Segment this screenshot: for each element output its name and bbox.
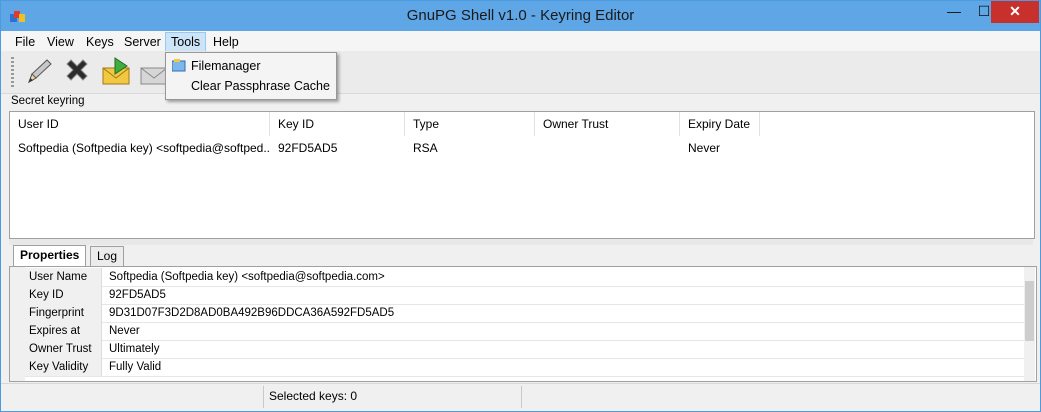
- property-row[interactable]: Key ID 92FD5AD5: [25, 286, 1025, 305]
- selected-keys-count: Selected keys: 0: [269, 389, 358, 403]
- tab-properties[interactable]: Properties: [13, 245, 87, 266]
- menu-view[interactable]: View: [42, 33, 79, 51]
- cell-owner-trust: [535, 140, 680, 156]
- status-separator: [521, 386, 522, 408]
- menu-tools[interactable]: Tools: [165, 32, 207, 52]
- delete-key-button[interactable]: [61, 56, 93, 88]
- column-header-type[interactable]: Type: [405, 112, 535, 136]
- title-bar[interactable]: GnuPG Shell v1.0 - Keyring Editor — ☐ ✕: [1, 1, 1040, 31]
- delete-x-icon: [66, 59, 88, 81]
- keyring-section-label: Secret keyring: [11, 95, 85, 107]
- column-header-key-id[interactable]: Key ID: [270, 112, 405, 136]
- property-key: Owner Trust: [25, 340, 102, 358]
- minimize-button[interactable]: —: [937, 1, 971, 23]
- property-row[interactable]: Expires at Never: [25, 322, 1025, 341]
- property-key: Fingerprint: [25, 304, 102, 322]
- close-button[interactable]: ✕: [991, 1, 1039, 23]
- property-key: Key ID: [25, 286, 102, 304]
- property-value: Softpedia (Softpedia key) <softpedia@sof…: [109, 271, 385, 283]
- property-value: Fully Valid: [109, 361, 162, 373]
- property-value: Never: [109, 325, 140, 337]
- column-header-owner-trust[interactable]: Owner Trust: [535, 112, 680, 136]
- menu-item-clear-passphrase-cache[interactable]: Clear Passphrase Cache: [166, 76, 336, 96]
- export-key-button[interactable]: [101, 56, 133, 88]
- edit-key-button[interactable]: [23, 56, 55, 88]
- pencil-icon: [28, 59, 52, 84]
- property-key: Expires at: [25, 322, 102, 340]
- properties-grid: User Name Softpedia (Softpedia key) <sof…: [9, 266, 1037, 382]
- menu-item-label: Filemanager: [191, 59, 261, 73]
- filemanager-icon: [172, 59, 186, 72]
- menu-help[interactable]: Help: [208, 33, 244, 51]
- app-window: GnuPG Shell v1.0 - Keyring Editor — ☐ ✕ …: [0, 0, 1041, 412]
- toolbar-grip[interactable]: [11, 57, 14, 87]
- column-header-user-id[interactable]: User ID: [10, 112, 270, 136]
- status-separator: [263, 386, 264, 408]
- cell-expiry-date: Never: [688, 141, 721, 155]
- grid-gutter: [10, 267, 25, 381]
- tools-menu: Filemanager Clear Passphrase Cache: [165, 52, 337, 100]
- menu-item-label: Clear Passphrase Cache: [191, 79, 330, 93]
- envelope-export-icon: [102, 57, 130, 85]
- status-bar: Selected keys: 0: [1, 383, 1040, 410]
- cell-key-id: 92FD5AD5: [278, 141, 338, 155]
- menu-keys[interactable]: Keys: [81, 33, 119, 51]
- property-key: User Name: [25, 268, 102, 286]
- property-value: 92FD5AD5: [109, 289, 166, 301]
- tab-log[interactable]: Log: [90, 246, 125, 266]
- properties-scrollbar[interactable]: [1024, 267, 1035, 381]
- column-header-expiry-date[interactable]: Expiry Date: [680, 112, 760, 136]
- property-row[interactable]: Key Validity Fully Valid: [25, 358, 1025, 377]
- keyring-list[interactable]: User ID Key ID Type Owner Trust Expiry D…: [9, 111, 1035, 239]
- property-row[interactable]: Fingerprint 9D31D07F3D2D8AD0BA492B96DDCA…: [25, 304, 1025, 323]
- property-value: Ultimately: [109, 343, 160, 355]
- window-title: GnuPG Shell v1.0 - Keyring Editor: [406, 7, 635, 24]
- menu-bar: File View Keys Server Tools Help: [1, 31, 1040, 52]
- property-row[interactable]: Owner Trust Ultimately: [25, 340, 1025, 359]
- toolbar: [1, 51, 1040, 94]
- menu-server[interactable]: Server: [119, 33, 166, 51]
- property-row[interactable]: User Name Softpedia (Softpedia key) <sof…: [25, 268, 1025, 287]
- property-value: 9D31D07F3D2D8AD0BA492B96DDCA36A592FD5AD5: [109, 307, 395, 319]
- cell-user-id: Softpedia (Softpedia key) <softpedia@sof…: [18, 141, 270, 155]
- scrollbar-thumb[interactable]: [1025, 281, 1034, 341]
- panel-splitter[interactable]: [9, 239, 1033, 245]
- property-key: Key Validity: [25, 358, 102, 376]
- cell-type: RSA: [413, 141, 438, 155]
- menu-file[interactable]: File: [10, 33, 40, 51]
- menu-item-filemanager[interactable]: Filemanager: [166, 56, 336, 76]
